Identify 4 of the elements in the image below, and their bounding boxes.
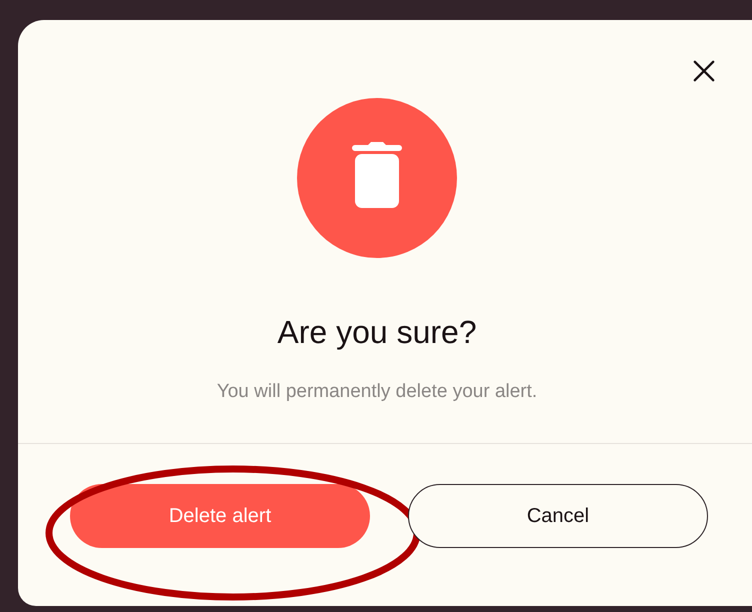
close-icon[interactable] bbox=[693, 60, 715, 82]
dialog-message: You will permanently delete your alert. bbox=[216, 381, 538, 403]
dialog-title: Are you sure? bbox=[277, 314, 477, 351]
cancel-button[interactable]: Cancel bbox=[408, 484, 708, 548]
